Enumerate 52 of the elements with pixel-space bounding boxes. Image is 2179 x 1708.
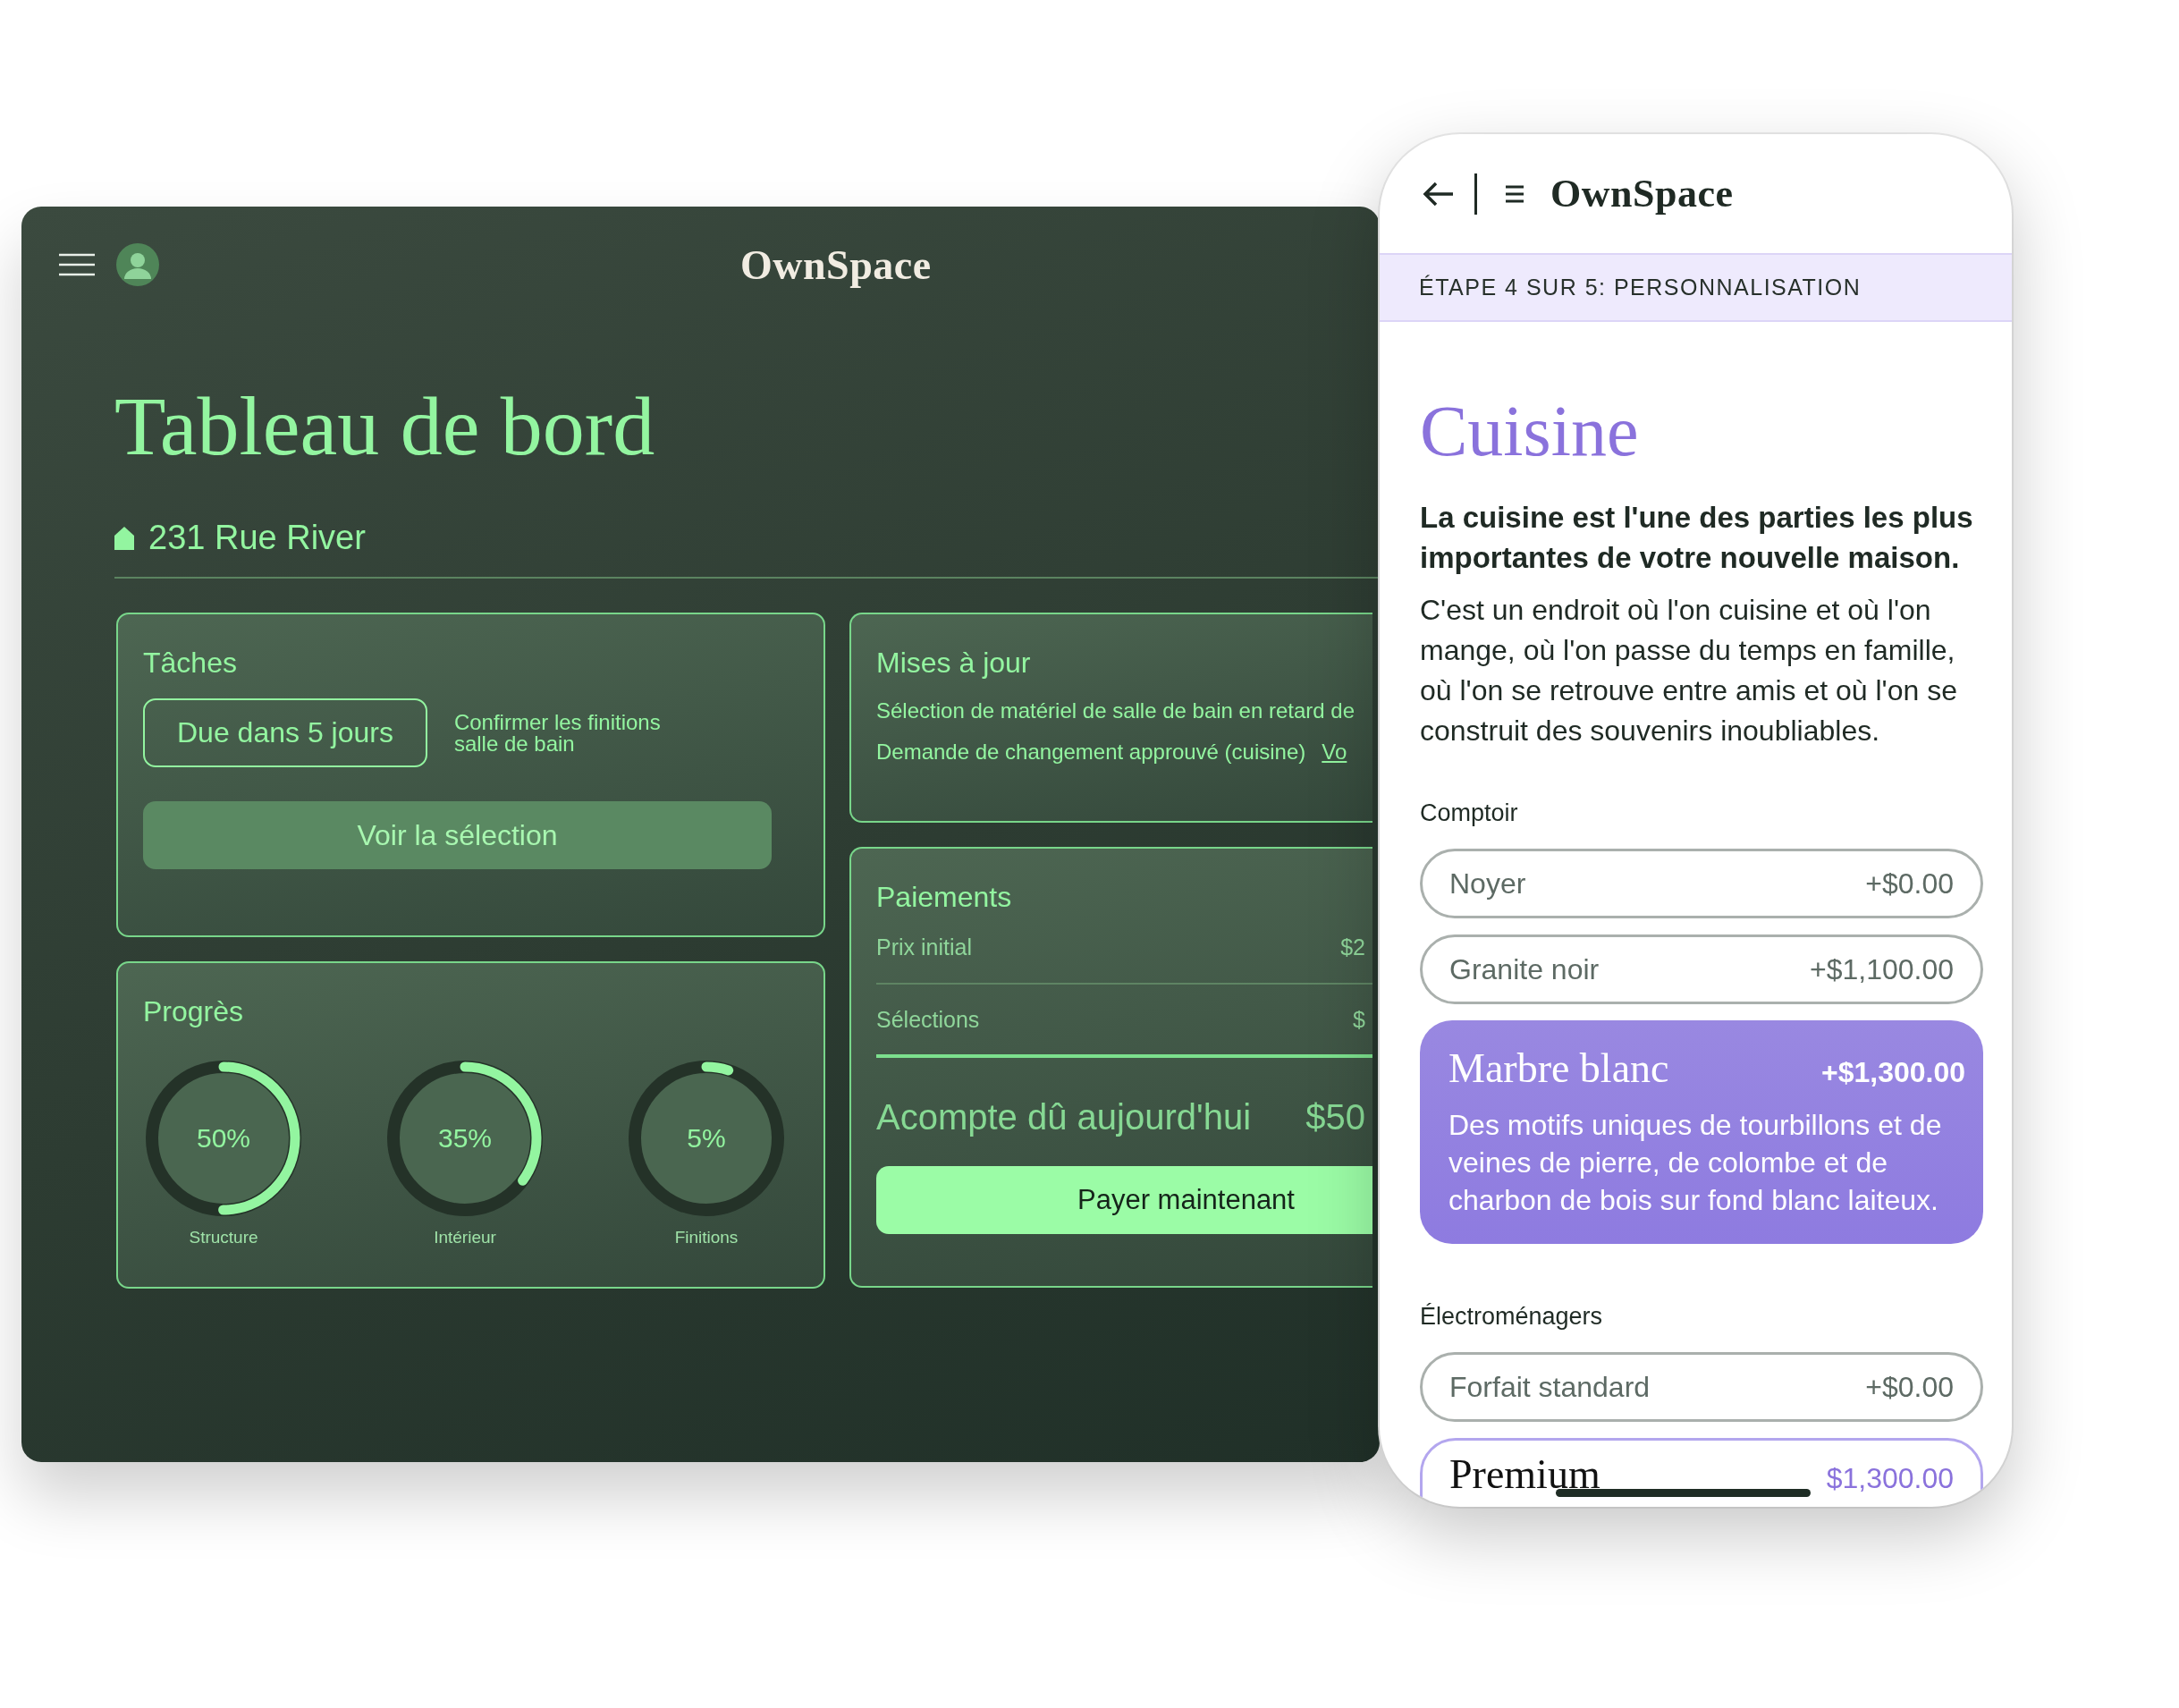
due-label: Acompte dû aujourd'hui [876,1097,1252,1138]
step-text: ÉTAPE 4 SUR 5: PERSONNALISATION [1419,275,1862,300]
body-paragraph: C'est un endroit où l'on cuisine et où l'on mange, où l'on passe du temps en famille, où l'on se retrouve entre amis et où l'on se construit des souvenirs inoubliables. [1420,593,1958,748]
progress-percent: 35% [438,1123,492,1154]
card-title: Tâches [143,648,238,678]
progress-percent: 50% [197,1123,250,1154]
update-text: Demande de changement approuvé (cuisine) [876,740,1306,765]
payment-amount: $2 [1340,934,1365,960]
option-name: Noyer [1449,867,1526,901]
ring-label: Structure [189,1228,258,1248]
option-price: +$1,100.00 [1809,952,1954,986]
page-title: Tableau de bord [114,380,656,473]
avatar-icon[interactable] [116,243,159,286]
payment-label: Prix initial [876,934,972,960]
option-card[interactable]: Granite noir +$1,100.00 [1420,934,1983,1004]
option-name: Marbre blanc [1448,1047,1669,1091]
update-link[interactable]: Vo [1322,740,1347,765]
option-name: Granite noir [1449,952,1600,986]
card-title: Mises à jour [876,648,1032,678]
update-text: Sélection de matériel de salle de bain en retard de [876,698,1355,724]
option-price: +$0.00 [1865,1370,1954,1404]
house-icon [114,526,134,550]
card-title: Paiements [876,883,1013,912]
group-label: Électroménagers [1420,1303,1604,1332]
back-arrow-icon[interactable] [1423,180,1455,207]
section-title: Cuisine [1420,395,1640,467]
progress-percent: 5% [687,1123,726,1154]
option-card[interactable]: Forfait standard +$0.00 [1420,1352,1983,1423]
option-card[interactable]: Marbre blanc +$1,300.00 Des motifs uniques de tourbillons et de veines de pierre, de colombe et de charbon de bois sur fond blanc laiteux. [1420,1020,1983,1245]
card-title: Progrès [143,997,245,1027]
option-price: +$0.00 [1865,867,1954,901]
option-description: Des motifs uniques de tourbillons et de veines de pierre, de colombe et de charbon de bois sur fond blanc laiteux. [1448,1108,1943,1219]
option-price: $1,300.00 [1826,1462,1954,1496]
logo[interactable]: OwnSpace [740,241,932,289]
menu-icon[interactable] [1504,183,1525,204]
pay-now-button[interactable]: Payer maintenant [876,1166,1372,1235]
lead-paragraph: La cuisine est l'une des parties les plus importantes de votre nouvelle maison. [1420,500,1974,576]
ring-label: Intérieur [434,1228,496,1248]
option-price: +$1,300.00 [1820,1056,1965,1089]
option-card[interactable]: Noyer +$0.00 [1420,849,1983,918]
logo[interactable]: OwnSpace [1550,171,1734,216]
task-text: Confirmer les finitions salle de bain [453,711,662,755]
option-name: Premium [1449,1453,1600,1497]
option-name: Forfait standard [1449,1370,1651,1404]
menu-icon[interactable] [59,253,95,276]
due-badge: Due dans 5 jours [143,698,427,768]
payment-amount: $ [1353,1006,1365,1033]
due-amount: $50 [1305,1097,1365,1138]
address: 231 Rue River [148,519,366,558]
group-label: Comptoir [1420,799,1519,827]
ring-label: Finitions [674,1228,739,1248]
payment-label: Sélections [876,1006,980,1033]
